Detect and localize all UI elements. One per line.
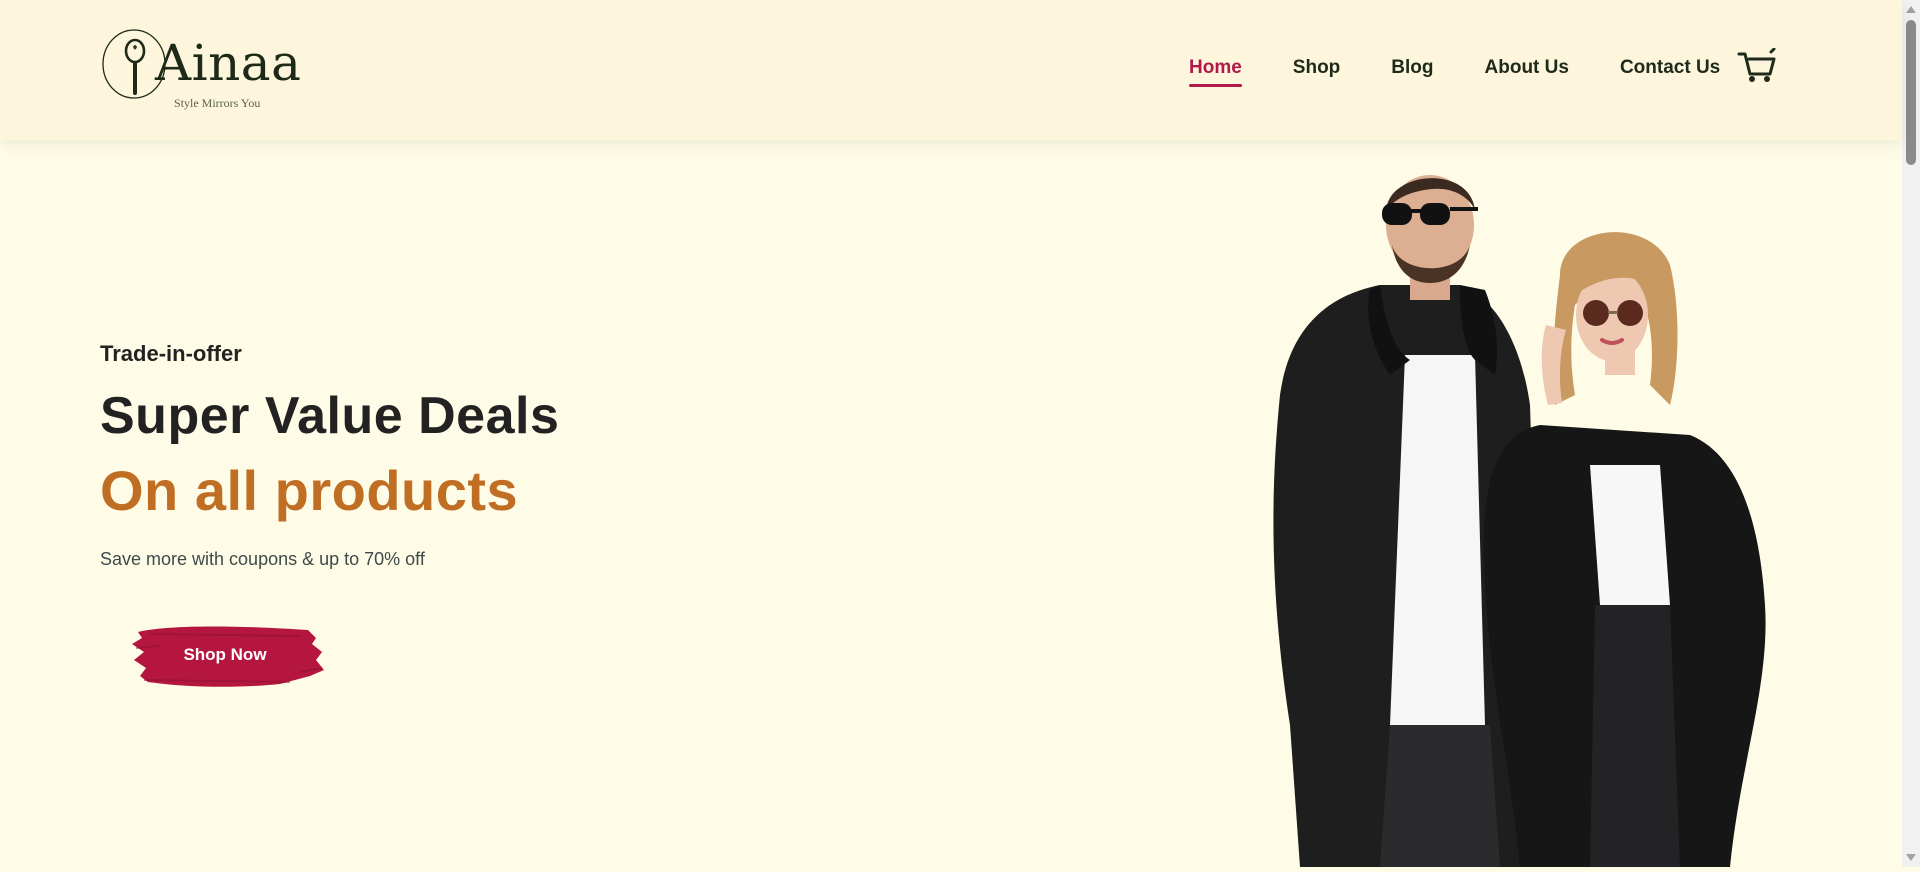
hero-headline-accent: On all products — [100, 459, 519, 522]
shop-now-label: Shop Now — [183, 645, 267, 664]
hero-headline: Super Value Deals — [100, 387, 560, 445]
hero-image — [1210, 165, 1810, 867]
site-header: Ainaa Style Mirrors You Home Shop Blog A… — [0, 0, 1902, 140]
brand-logo[interactable]: Ainaa Style Mirrors You — [100, 24, 301, 116]
shop-now-button[interactable]: Shop Now — [130, 622, 330, 692]
nav-contact-us[interactable]: Contact Us — [1620, 57, 1720, 79]
hero-kicker: Trade-in-offer — [100, 341, 242, 366]
nav-blog[interactable]: Blog — [1391, 57, 1433, 79]
nav-shop[interactable]: Shop — [1293, 57, 1341, 79]
cart-icon[interactable] — [1737, 47, 1777, 84]
brand-tagline: Style Mirrors You — [174, 96, 261, 110]
nav-about-us[interactable]: About Us — [1485, 57, 1569, 79]
scrollbar-thumb[interactable] — [1906, 20, 1916, 165]
page-scrollbar[interactable] — [1902, 0, 1920, 867]
scroll-up-arrow-icon[interactable] — [1906, 6, 1916, 13]
nav-home[interactable]: Home — [1189, 57, 1242, 87]
scroll-down-arrow-icon[interactable] — [1906, 854, 1916, 861]
brand-name: Ainaa — [155, 34, 302, 92]
main-nav: Home Shop Blog About Us Contact Us — [1189, 0, 1771, 140]
hero-subtext: Save more with coupons & up to 70% off — [100, 549, 425, 569]
